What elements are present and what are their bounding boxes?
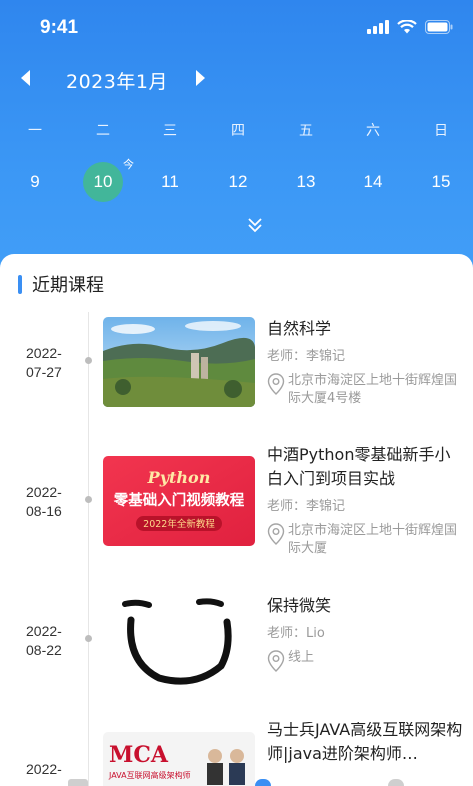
date-cell[interactable]: 13: [286, 162, 326, 202]
section-title: 近期课程: [32, 275, 104, 296]
course-item[interactable]: 2022- MCA JAVA互联网高级架构师 马士兵JAVA高级互联网架构师|j…: [0, 722, 473, 786]
week-dates-row: 9 10 11 12 13 14 15: [0, 162, 473, 204]
date-cell-selected[interactable]: 10: [83, 162, 123, 202]
course-thumbnail: MCA JAVA互联网高级架构师: [103, 732, 255, 786]
weekday-label: 一: [28, 123, 42, 139]
course-title: 自然科学: [267, 319, 332, 338]
tab-icon-hint[interactable]: [68, 779, 88, 786]
course-info: 保持微笑 老师：Lio 线上: [267, 594, 463, 672]
location-text: 线上: [288, 650, 315, 665]
weekday-label: 二: [96, 123, 110, 139]
course-date: 2022- 08-16: [26, 484, 62, 519]
month-label[interactable]: 2023年1月: [66, 67, 168, 94]
course-teacher: 老师：李锦记: [267, 499, 346, 514]
status-time: 9:41: [40, 17, 79, 38]
date-cell[interactable]: 9: [15, 162, 55, 202]
weekday-label: 五: [299, 123, 313, 139]
course-title: 中酒Python零基础新手小白入门到项目实战: [267, 445, 451, 488]
course-item[interactable]: 2022- 07-27 自然科学 老师：李锦记 北京市海淀区上地十街辉煌国际大厦…: [0, 317, 473, 427]
course-teacher: 老师：Lio: [267, 626, 325, 641]
weekday-label: 日: [434, 123, 448, 139]
location-pin-icon: [267, 650, 285, 672]
course-location: 线上: [267, 649, 463, 672]
timeline-dot: [85, 635, 92, 642]
tab-icon-hint[interactable]: [255, 779, 271, 786]
banner-line1: MCA: [109, 742, 169, 768]
battery-icon: [425, 20, 453, 34]
next-month-icon[interactable]: [194, 68, 208, 88]
course-info: 中酒Python零基础新手小白入门到项目实战 老师：李锦记 北京市海淀区上地十街…: [267, 443, 463, 558]
tab-icon-hint[interactable]: [388, 779, 404, 786]
section-accent-bar: [18, 274, 22, 294]
timeline-dot: [85, 357, 92, 364]
date-cell[interactable]: 15: [421, 162, 461, 202]
course-location: 北京市海淀区上地十街辉煌国际大厦4号楼: [267, 372, 463, 408]
date-cell[interactable]: 11: [150, 162, 190, 202]
signal-icon: [367, 20, 389, 34]
section-header: 近期课程: [18, 272, 104, 296]
weekday-label: 四: [231, 123, 245, 139]
course-title: 保持微笑: [267, 596, 332, 615]
course-info: 自然科学 老师：李锦记 北京市海淀区上地十街辉煌国际大厦4号楼: [267, 317, 463, 408]
weekday-label: 三: [163, 123, 177, 139]
smiley-drawing-icon: [103, 596, 255, 686]
course-date: 2022-: [26, 761, 62, 777]
location-text: 北京市海淀区上地十街辉煌国际大厦: [288, 523, 458, 556]
status-bar: 9:41: [0, 0, 473, 56]
date-cell[interactable]: 12: [218, 162, 258, 202]
location-pin-icon: [267, 523, 285, 545]
month-navigator: 2023年1月: [0, 62, 473, 98]
weekday-label: 六: [366, 123, 380, 139]
landscape-photo-icon: [103, 317, 255, 407]
banner-line3: 2022年全新教程: [143, 518, 215, 530]
course-teacher: 老师：李锦记: [267, 349, 346, 364]
timeline-dot: [85, 496, 92, 503]
course-item[interactable]: 2022- 08-22 保持微笑 老师：Lio 线上: [0, 596, 473, 706]
weekday-row: 一 二 三 四 五 六 日: [0, 120, 473, 144]
course-item[interactable]: 2022- 08-16 Python 零基础入门视频教程 2022年全新教程 中…: [0, 445, 473, 557]
course-location: 北京市海淀区上地十街辉煌国际大厦: [267, 522, 463, 558]
status-icons: [367, 20, 453, 34]
course-info: 马士兵JAVA高级互联网架构师|java进阶架构师…: [267, 722, 463, 766]
course-date: 2022- 08-22: [26, 623, 62, 658]
python-course-banner-icon: Python 零基础入门视频教程 2022年全新教程: [103, 456, 255, 546]
course-title: 马士兵JAVA高级互联网架构师|java进阶架构师…: [267, 722, 463, 763]
banner-line2: 零基础入门视频教程: [113, 491, 245, 509]
course-thumbnail: Python 零基础入门视频教程 2022年全新教程: [103, 456, 255, 546]
prev-month-icon[interactable]: [18, 68, 32, 88]
course-date: 2022- 07-27: [26, 345, 62, 380]
location-pin-icon: [267, 373, 285, 395]
date-cell[interactable]: 14: [353, 162, 393, 202]
banner-line1: Python: [147, 468, 211, 487]
expand-calendar-icon[interactable]: [246, 216, 264, 234]
java-course-banner-icon: MCA JAVA互联网高级架构师: [103, 732, 255, 786]
course-thumbnail: [103, 317, 255, 407]
wifi-icon: [397, 20, 417, 34]
location-text: 北京市海淀区上地十街辉煌国际大厦4号楼: [288, 373, 458, 406]
course-thumbnail: [103, 596, 255, 686]
banner-line2: JAVA互联网高级架构师: [108, 770, 191, 780]
course-sheet: 近期课程 2022- 07-27 自然科学 老师：李锦记 北京市海淀区上地十街辉…: [0, 254, 473, 786]
